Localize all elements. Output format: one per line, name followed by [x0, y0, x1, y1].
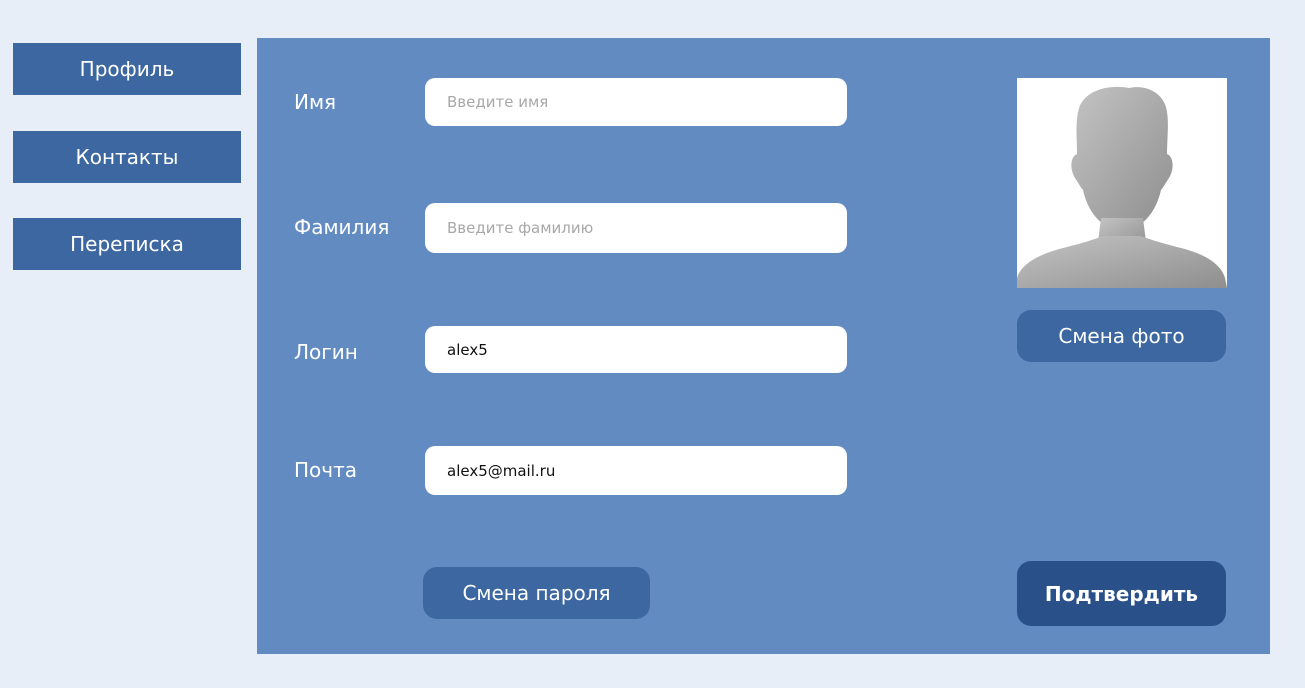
last-name-label: Фамилия — [294, 215, 390, 239]
confirm-button[interactable]: Подтвердить — [1017, 561, 1226, 626]
sidebar-item-messages[interactable]: Переписка — [13, 218, 241, 270]
login-label: Логин — [294, 340, 358, 364]
user-silhouette-icon — [1017, 86, 1227, 288]
login-input[interactable] — [425, 326, 847, 373]
sidebar-item-profile[interactable]: Профиль — [13, 43, 241, 95]
email-label: Почта — [294, 458, 357, 482]
last-name-input[interactable] — [425, 203, 847, 253]
first-name-input[interactable] — [425, 78, 847, 126]
first-name-label: Имя — [294, 90, 337, 114]
profile-panel: Имя Фамилия Логин Почта Смена фото Смена… — [257, 38, 1270, 654]
avatar — [1017, 78, 1227, 288]
email-input[interactable] — [425, 446, 847, 495]
sidebar-item-contacts[interactable]: Контакты — [13, 131, 241, 183]
change-photo-button[interactable]: Смена фото — [1017, 310, 1226, 362]
change-password-button[interactable]: Смена пароля — [423, 567, 650, 619]
